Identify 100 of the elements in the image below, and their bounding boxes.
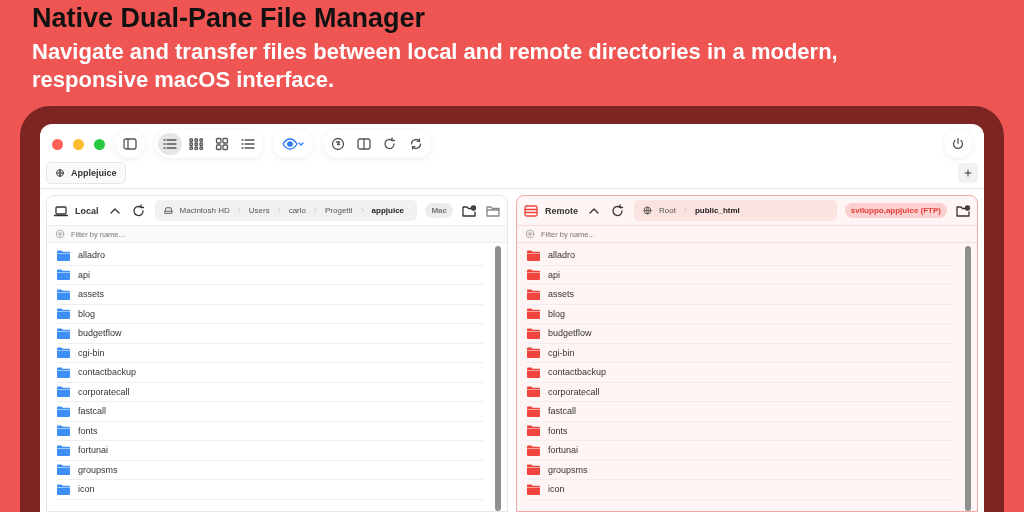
new-folder-button[interactable]	[461, 202, 477, 219]
view-mode-button[interactable]	[158, 133, 182, 155]
chevron-right-icon	[275, 207, 283, 214]
filter-icon	[525, 229, 535, 239]
drive-icon	[162, 205, 174, 216]
folder-icon	[527, 327, 540, 339]
file-name[interactable]: fortunai	[548, 445, 579, 456]
chevron-right-icon	[312, 207, 319, 214]
filter-icon	[55, 229, 65, 239]
tab[interactable]: Applejuice	[46, 162, 126, 184]
refresh-icon	[382, 136, 398, 152]
grid-icon	[214, 136, 230, 152]
file-name[interactable]: cgi-bin	[78, 347, 105, 358]
connection-badge: Mac	[425, 203, 453, 218]
file-name[interactable]: alladro	[78, 250, 106, 261]
chevron-right-icon	[235, 207, 243, 214]
file-name[interactable]: api	[78, 269, 90, 280]
folder-icon	[527, 347, 540, 359]
folder-plus-icon	[955, 202, 971, 219]
folder-icon	[527, 444, 540, 456]
scrollbar[interactable]	[965, 246, 971, 511]
folder-icon	[57, 327, 70, 339]
breadcrumb[interactable]: Root	[659, 206, 676, 215]
folder-icon	[527, 308, 540, 320]
folder-icon	[527, 386, 540, 398]
file-name[interactable]: fonts	[548, 425, 568, 436]
file-name[interactable]: corporatecall	[78, 386, 130, 397]
file-name[interactable]: contactbackup	[548, 367, 607, 378]
file-name[interactable]: fastcall	[548, 406, 576, 417]
file-name[interactable]: blog	[78, 308, 95, 319]
breadcrumb[interactable]: public_html	[694, 206, 740, 215]
file-name[interactable]: alladro	[548, 250, 576, 261]
folder-icon	[57, 483, 70, 495]
folder-icon	[57, 405, 70, 417]
eye-icon	[281, 136, 305, 152]
headline: Native Dual-Pane File Manager	[32, 2, 427, 34]
globe-icon	[55, 168, 65, 178]
folder-icon	[527, 405, 540, 417]
folder-icon	[57, 366, 70, 378]
file-name[interactable]: contactbackup	[78, 367, 137, 378]
file-name[interactable]: budgetflow	[548, 328, 592, 339]
breadcrumb[interactable]: Macintosh HD	[179, 206, 230, 215]
list-icon	[162, 136, 178, 152]
folder-icon	[57, 288, 70, 300]
pane-title: Remote	[545, 205, 578, 216]
folder-icon	[527, 483, 540, 495]
folder-icon	[527, 249, 540, 261]
refresh-icon	[610, 202, 626, 219]
file-name[interactable]: assets	[548, 289, 574, 300]
chevron-right-icon	[681, 207, 689, 214]
chevron-right-icon	[358, 207, 366, 214]
file-name[interactable]: icon	[78, 484, 95, 495]
plus-icon	[962, 167, 974, 179]
file-name[interactable]: cgi-bin	[548, 347, 575, 358]
folder-icon	[57, 464, 70, 476]
file-name[interactable]: fonts	[78, 425, 98, 436]
subtitle: Navigate and transfer files between local and remote directories in a modern, responsive macOS interface.	[32, 38, 839, 94]
connection-badge: sviluppo,appjuice (FTP)	[844, 203, 947, 218]
sync-icon	[408, 136, 424, 152]
file-name[interactable]: assets	[78, 289, 104, 300]
folder-icon	[57, 269, 70, 281]
folder-icon	[527, 366, 540, 378]
columns-icon	[356, 136, 372, 152]
new-folder-button[interactable]	[955, 202, 971, 219]
globe-icon	[642, 205, 653, 216]
server-icon	[523, 202, 539, 219]
breadcrumb[interactable]: Users	[248, 206, 270, 215]
close-button[interactable]	[52, 138, 63, 150]
folder-icon	[527, 269, 540, 281]
file-name[interactable]: budgetflow	[78, 328, 122, 339]
file-name[interactable]: groupsms	[548, 464, 588, 475]
reload-button[interactable]	[130, 202, 147, 219]
list-icon	[240, 136, 256, 152]
folder-icon	[527, 288, 540, 300]
pane-title: Local	[75, 205, 99, 216]
file-name[interactable]: fastcall	[78, 406, 106, 417]
folder-icon	[57, 249, 70, 261]
reload-button[interactable]	[610, 202, 626, 219]
breadcrumb[interactable]: appjuice	[371, 206, 405, 215]
folder-icon	[57, 308, 70, 320]
sidebar-icon	[122, 136, 138, 152]
file-name[interactable]: api	[548, 269, 560, 280]
folder-icon	[527, 425, 540, 437]
scrollbar[interactable]	[495, 246, 501, 511]
file-name[interactable]: fortunai	[78, 445, 109, 456]
folder-icon	[527, 464, 540, 476]
grid-icon	[188, 136, 204, 152]
breadcrumb[interactable]: carlo	[288, 206, 306, 215]
file-name[interactable]: blog	[548, 308, 565, 319]
folder-icon	[57, 444, 70, 456]
breadcrumb[interactable]: Progetti	[325, 206, 353, 215]
file-name[interactable]: corporatecall	[548, 386, 600, 397]
folder-icon	[57, 386, 70, 398]
file-name[interactable]: icon	[548, 484, 565, 495]
refresh-icon	[130, 202, 147, 219]
file-name[interactable]: groupsms	[78, 464, 118, 475]
folder-plus-icon	[461, 202, 477, 219]
add-tab-button[interactable]	[958, 163, 978, 183]
folder-icon	[57, 425, 70, 437]
folder-icon	[57, 347, 70, 359]
